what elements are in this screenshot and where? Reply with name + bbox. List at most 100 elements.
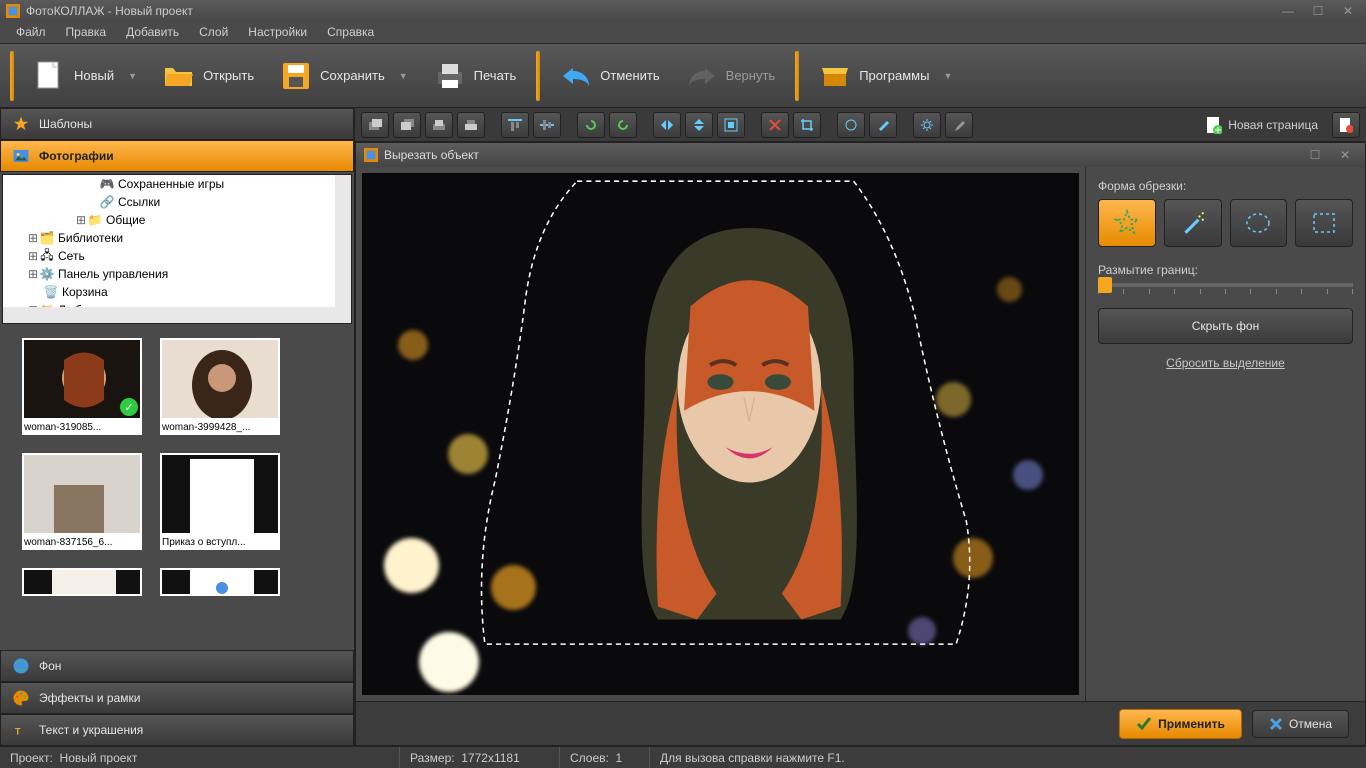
menu-settings[interactable]: Настройки — [238, 22, 317, 43]
layer-down-icon[interactable] — [457, 112, 485, 138]
shape-ellipse-button[interactable] — [1230, 199, 1288, 247]
layers-label: Слоев: — [570, 751, 609, 765]
eyedropper-icon[interactable] — [945, 112, 973, 138]
apply-button[interactable]: Применить — [1119, 709, 1242, 739]
rotate-right-icon[interactable] — [609, 112, 637, 138]
thumbnail[interactable] — [22, 568, 142, 596]
toolbar-separator — [795, 51, 799, 101]
programs-button[interactable]: Программы ▼ — [809, 54, 962, 98]
menu-add[interactable]: Добавить — [116, 22, 189, 43]
project-label: Проект: — [10, 751, 53, 765]
cancel-button[interactable]: Отмена — [1252, 710, 1349, 738]
photo-canvas[interactable] — [362, 173, 1079, 695]
save-button[interactable]: Сохранить ▼ — [270, 54, 418, 98]
layer-up-icon[interactable] — [425, 112, 453, 138]
network-icon: 🖧 — [39, 248, 55, 264]
app-icon — [364, 148, 378, 162]
dropdown-caret: ▼ — [399, 71, 408, 81]
align-center-icon[interactable] — [533, 112, 561, 138]
folder-open-icon — [163, 60, 195, 92]
cut-options-panel: Форма обрезки: Размытие границ: — [1085, 167, 1365, 701]
menu-layer[interactable]: Слой — [189, 22, 238, 43]
right-panel: Новая страница Вырезать объект ☐ ✕ — [355, 108, 1366, 746]
open-button[interactable]: Открыть — [153, 54, 264, 98]
selection-outline — [362, 173, 1079, 654]
hide-background-button[interactable]: Скрыть фон — [1098, 308, 1353, 344]
new-page-button[interactable]: Новая страница — [1196, 112, 1328, 138]
tab-templates[interactable]: Шаблоны — [0, 108, 354, 140]
size-value: 1772x1181 — [461, 751, 520, 765]
redo-button[interactable]: Вернуть — [676, 54, 786, 98]
flip-v-icon[interactable] — [685, 112, 713, 138]
photo-icon — [11, 146, 31, 166]
project-name: Новый проект — [60, 751, 138, 765]
align-top-icon[interactable] — [501, 112, 529, 138]
thumbnail[interactable] — [160, 568, 280, 596]
tab-effects[interactable]: Эффекты и рамки — [0, 682, 354, 714]
help-hint: Для вызова справки нажмите F1. — [660, 751, 845, 765]
page-delete-icon[interactable] — [1332, 112, 1360, 138]
rotate-left-icon[interactable] — [577, 112, 605, 138]
expander-icon[interactable]: ⊞ — [27, 267, 39, 281]
thumbnail[interactable]: Приказ о вступл... — [160, 453, 280, 550]
gear-icon[interactable] — [913, 112, 941, 138]
maximize-button[interactable]: ☐ — [1303, 148, 1327, 162]
close-button[interactable]: ✕ — [1336, 4, 1360, 18]
shape-wand-button[interactable] — [1164, 199, 1222, 247]
slider-thumb[interactable] — [1098, 277, 1112, 293]
menu-edit[interactable]: Правка — [56, 22, 117, 43]
close-button[interactable]: ✕ — [1333, 148, 1357, 162]
save-icon — [280, 60, 312, 92]
tool-b-icon[interactable] — [869, 112, 897, 138]
text-icon: T — [11, 720, 31, 740]
tab-background[interactable]: Фон — [0, 650, 354, 682]
thumbnail[interactable]: woman-3999428_... — [160, 338, 280, 435]
check-icon: ✓ — [120, 398, 138, 416]
vertical-scrollbar[interactable] — [335, 175, 351, 323]
thumbnail[interactable]: ✓ woman-319085... — [22, 338, 142, 435]
control-panel-icon: ⚙️ — [39, 266, 55, 282]
expander-icon[interactable]: ⊞ — [75, 213, 87, 227]
folder-icon: 📁 — [87, 212, 103, 228]
blur-slider[interactable] — [1098, 283, 1353, 287]
expander-icon[interactable]: ⊞ — [27, 231, 39, 245]
shape-freehand-button[interactable] — [1098, 199, 1156, 247]
cut-window-title: Вырезать объект — [384, 148, 479, 162]
layer-back-icon[interactable] — [393, 112, 421, 138]
horizontal-scrollbar[interactable] — [3, 307, 335, 323]
canvas-area[interactable] — [356, 167, 1085, 701]
folder-tree[interactable]: 🎮Сохраненные игры 🔗Ссылки ⊞📁Общие ⊞🗂️Биб… — [2, 174, 352, 324]
redo-icon — [686, 60, 718, 92]
cut-object-window: Вырезать объект ☐ ✕ — [355, 142, 1366, 746]
toolbar-separator — [536, 51, 540, 101]
star-icon — [11, 114, 31, 134]
dropdown-caret: ▼ — [943, 71, 952, 81]
menu-file[interactable]: Файл — [6, 22, 56, 43]
svg-text:T: T — [15, 727, 21, 737]
palette-icon — [11, 688, 31, 708]
thumbnail[interactable]: woman-837156_6... — [22, 453, 142, 550]
thumbnail-pane[interactable]: ✓ woman-319085... woman-3999428_... woma… — [0, 326, 354, 650]
undo-button[interactable]: Отменить — [550, 54, 669, 98]
shape-rect-button[interactable] — [1295, 199, 1353, 247]
tab-text[interactable]: T Текст и украшения — [0, 714, 354, 746]
print-button[interactable]: Печать — [424, 54, 527, 98]
cut-window-titlebar: Вырезать объект ☐ ✕ — [356, 143, 1365, 167]
reset-selection-link[interactable]: Сбросить выделение — [1098, 356, 1353, 370]
layer-front-icon[interactable] — [361, 112, 389, 138]
fit-icon[interactable] — [717, 112, 745, 138]
expander-icon[interactable]: ⊞ — [27, 249, 39, 263]
tool-a-icon[interactable] — [837, 112, 865, 138]
recycle-icon: 🗑️ — [43, 284, 59, 300]
maximize-button[interactable]: ☐ — [1306, 4, 1330, 18]
dropdown-caret: ▼ — [128, 71, 137, 81]
tab-photos[interactable]: Фотографии — [0, 140, 354, 172]
libraries-icon: 🗂️ — [39, 230, 55, 246]
minimize-button[interactable]: — — [1276, 4, 1300, 18]
crop-icon[interactable] — [793, 112, 821, 138]
delete-icon[interactable] — [761, 112, 789, 138]
menu-help[interactable]: Справка — [317, 22, 384, 43]
undo-icon — [560, 60, 592, 92]
flip-h-icon[interactable] — [653, 112, 681, 138]
new-button[interactable]: Новый ▼ — [24, 54, 147, 98]
